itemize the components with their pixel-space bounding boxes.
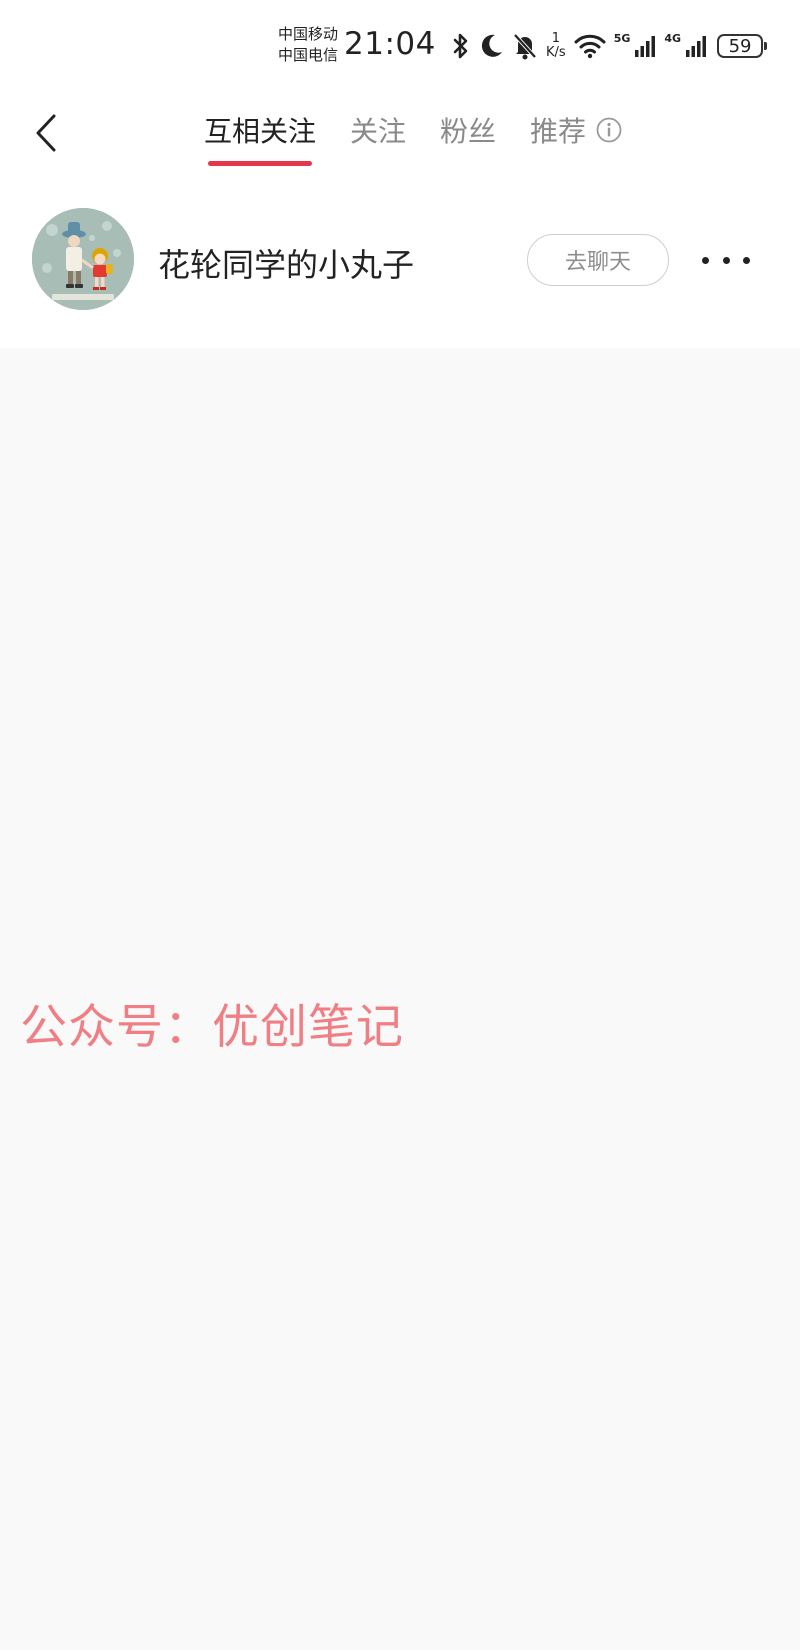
moon-icon — [481, 34, 502, 57]
carrier-2: 中国电信 — [278, 46, 339, 64]
active-tab-indicator — [208, 161, 313, 166]
tab-label: 粉丝 — [440, 115, 497, 148]
wifi-icon — [574, 34, 606, 59]
avatar[interactable] — [32, 208, 134, 310]
signal-icon — [635, 36, 656, 57]
go-chat-button[interactable]: 去聊天 — [527, 234, 669, 286]
carrier-info: 中国移动 中国电信 — [278, 24, 338, 66]
status-bar: 中国移动 中国电信 21:04 1 K/s 5G 4G 59 — [0, 0, 800, 92]
header: 互相关注 关注 粉丝 推荐 — [0, 92, 800, 182]
avatar-image — [32, 208, 134, 310]
battery-icon: 59 — [717, 34, 768, 58]
status-time: 21:04 — [344, 26, 436, 62]
user-list-item[interactable]: 花轮同学的小丸子 去聊天 — [0, 182, 800, 348]
tab-fans[interactable]: 粉丝 — [440, 110, 496, 150]
status-icons: 1 K/s 5G 4G 59 — [452, 28, 768, 64]
net-speed: 1 K/s — [546, 32, 566, 60]
chevron-left-icon — [36, 114, 56, 152]
network-tag-2: 4G — [664, 32, 682, 45]
net-speed-value: 1 — [551, 31, 560, 46]
more-dot-icon — [743, 256, 750, 264]
bluetooth-icon — [453, 33, 468, 59]
signal-icon — [686, 36, 707, 57]
back-button[interactable] — [26, 108, 66, 158]
info-icon[interactable] — [596, 117, 622, 143]
tab-recommend[interactable]: 推荐 — [530, 110, 622, 150]
watermark-text: 公众号：优创笔记 — [20, 1000, 404, 1055]
bell-off-icon — [513, 33, 537, 60]
more-options-button[interactable] — [702, 242, 750, 278]
carrier-1: 中国移动 — [278, 25, 339, 43]
more-dot-icon — [702, 256, 709, 264]
tab-label: 互相关注 — [204, 115, 317, 148]
tab-following[interactable]: 关注 — [350, 110, 406, 150]
more-dot-icon — [722, 256, 730, 264]
net-speed-unit: K/s — [546, 45, 566, 60]
tab-label: 关注 — [350, 115, 407, 148]
tab-bar: 互相关注 关注 粉丝 推荐 — [204, 104, 622, 166]
battery-level: 59 — [728, 35, 752, 57]
page: 中国移动 中国电信 21:04 1 K/s 5G 4G 59 互相关注 关注 粉… — [0, 0, 800, 1650]
tab-label: 推荐 — [530, 115, 587, 148]
tab-mutual-follow[interactable]: 互相关注 — [204, 110, 317, 166]
network-tag-1: 5G — [613, 32, 631, 45]
username[interactable]: 花轮同学的小丸子 — [158, 240, 414, 286]
